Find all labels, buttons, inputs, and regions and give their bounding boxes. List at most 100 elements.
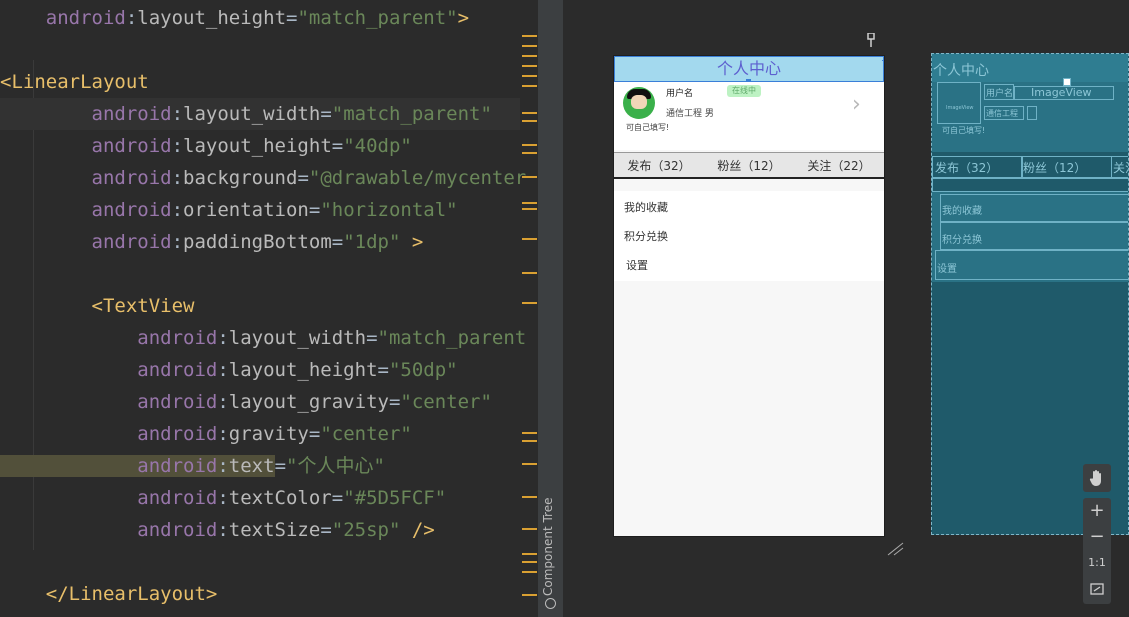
change-marker [522,112,537,114]
code-token: LinearLayout [11,71,149,93]
menu-item-favorites: 我的收藏 [624,201,668,214]
blueprint-username: 用户名 [986,89,1014,99]
code-line[interactable]: </LinearLayout> [0,578,520,610]
design-preview[interactable]: 个人中心 用户名 在线中 通信工程 男 可自己填写! › 发布（32） 粉丝（1… [613,55,885,537]
code-token: = [320,519,332,541]
blueprint-small-image-label: ImageView [946,105,974,111]
code-line[interactable]: android:textSize="25sp" /> [0,514,520,546]
zoom-fit-button[interactable] [1083,576,1111,602]
code-token: = [297,167,309,189]
code-token: = [308,199,321,221]
code-token: android [0,519,218,541]
code-line[interactable]: android:background="@drawable/mycenter [0,162,527,194]
selection-handle[interactable] [1063,78,1071,86]
code-token: LinearLayout [68,583,206,605]
menu-item-points: 积分兑换 [624,230,668,243]
code-line[interactable]: <TextView [0,290,520,322]
change-marker [522,440,537,442]
code-token: : [217,455,229,477]
blueprint-stat-fans: 粉丝（12） [1023,161,1087,175]
stat-fans: 粉丝（12） [717,158,781,173]
code-token: "center" [320,423,412,445]
code-line[interactable]: android:layout_height="match_parent"> [0,2,520,34]
code-token: : [125,7,138,29]
menu-item-settings: 设置 [626,259,648,272]
blueprint-preview[interactable]: 个人中心 ImageView 用户名 ImageView 通信工程 可自己填写!… [931,53,1129,535]
code-token: android [0,7,126,29]
code-line[interactable]: android:layout_width="match_parent [0,322,526,354]
code-token: layout_height [228,359,378,381]
change-marker [522,272,537,274]
change-marker [522,571,537,573]
code-token: "个人中心" [286,455,385,477]
code-token: android [0,135,172,157]
code-token: textColor [228,487,332,509]
blueprint-stat-posts: 发布（32） [935,161,999,175]
change-marker [522,120,537,122]
code-line[interactable]: android:textColor="#5D5FCF" [0,482,520,514]
code-token: = [388,391,401,413]
code-token: = [320,103,332,125]
code-line[interactable]: android:layout_width="match_parent" [0,98,520,130]
code-line[interactable]: android:orientation="horizontal" [0,194,520,226]
code-line[interactable]: android:layout_height="50dp" [0,354,520,386]
code-token: = [274,455,287,477]
zoom-actual-size-button[interactable]: 1:1 [1083,550,1111,576]
code-token: layout_gravity [228,391,389,413]
code-line[interactable] [0,546,520,578]
code-token: : [171,199,184,221]
blueprint-signature: 可自己填写! [942,126,986,135]
code-line[interactable] [0,34,520,66]
code-token: : [217,487,229,509]
code-editor[interactable]: android:layout_height="match_parent"> <Li… [0,0,537,617]
avatar [623,87,655,119]
code-token: > [205,583,218,605]
code-token: "@drawable/mycenter [308,167,527,189]
profile-header: 用户名 在线中 通信工程 男 可自己填写! › [614,82,884,150]
code-token: "25sp" [331,519,401,541]
blueprint-stat-following: 关注 [1113,161,1128,175]
zoom-out-button[interactable]: − [1083,524,1111,550]
component-tree-label[interactable]: Component Tree [541,498,555,596]
code-token: background [183,167,298,189]
code-token: : [171,135,184,157]
code-token: : [217,519,229,541]
code-line[interactable] [0,258,520,290]
code-token: android [0,167,172,189]
code-line[interactable]: android:gravity="center" [0,418,520,450]
code-line[interactable]: <LinearLayout [0,66,520,98]
hand-icon [1089,470,1101,486]
code-line[interactable]: android:layout_gravity="center" [0,386,520,418]
zoom-in-button[interactable]: + [1083,498,1111,524]
blueprint-divider-box [932,178,1128,192]
code-token: "match_parent" [331,103,492,125]
change-marker [522,75,537,77]
status-badge: 在线中 [727,85,761,97]
code-token: : [217,359,229,381]
selection-handle[interactable] [882,60,884,84]
blueprint-title: 个人中心 [933,63,989,79]
code-line[interactable]: android:text="个人中心" [0,450,520,482]
change-marker [522,152,537,154]
code-token: /> [400,519,435,541]
stats-bar: 发布（32） 粉丝（12） 关注（22） [614,152,884,179]
change-marker [522,561,537,563]
code-line[interactable]: android:layout_height="40dp" [0,130,520,162]
code-token: layout_height [183,135,332,157]
code-token: android [0,231,172,253]
blueprint-imageview-label: ImageView [1031,86,1092,99]
code-token: textSize [228,519,321,541]
code-token: : [171,103,184,125]
pin-icon[interactable] [866,32,876,47]
component-tree-tab[interactable]: Component Tree [537,0,564,617]
change-marker [522,553,537,555]
code-line[interactable]: android:paddingBottom="1dp" > [0,226,520,258]
code-token: = [331,487,344,509]
code-token: android [0,199,172,221]
resize-handle[interactable] [886,540,904,556]
pan-button[interactable] [1083,464,1111,492]
globe-icon [545,598,556,609]
blueprint-menu-box [935,250,1128,280]
code-token: "40dp" [343,135,412,157]
code-token: = [308,423,321,445]
